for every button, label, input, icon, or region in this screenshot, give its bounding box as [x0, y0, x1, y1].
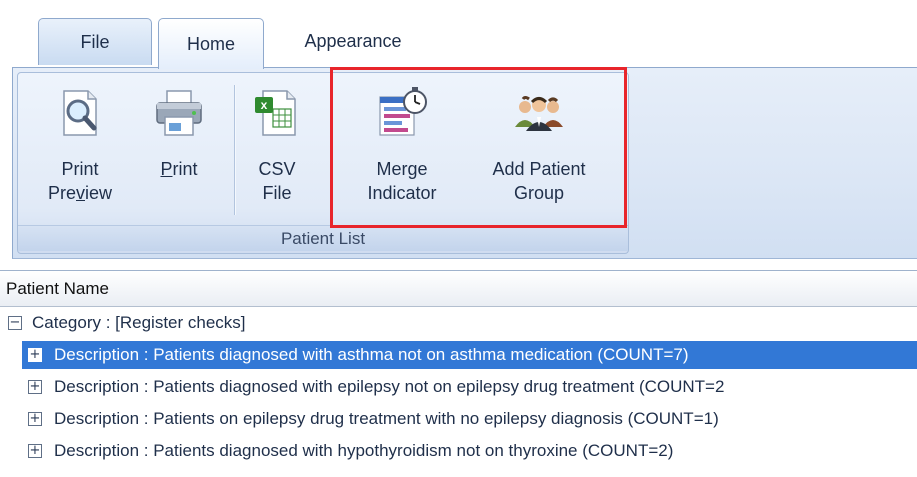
ribbon-tabstrip: File Home Appearance — [0, 0, 917, 69]
merge-indicator-label: Merge Indicator — [367, 159, 437, 203]
table-row[interactable]: + Description : Patients diagnosed with … — [0, 371, 917, 403]
column-header-patient-name[interactable]: Patient Name — [0, 271, 917, 307]
tab-appearance[interactable]: Appearance — [278, 18, 428, 65]
excel-csv-icon: x — [255, 90, 296, 136]
tab-home[interactable]: Home — [158, 18, 264, 69]
ribbon-separator — [234, 85, 235, 215]
tab-appearance-label: Appearance — [304, 31, 402, 51]
expand-icon[interactable]: + — [28, 380, 42, 394]
row-description: Description : Patients diagnosed with as… — [54, 345, 689, 364]
expand-icon[interactable]: + — [28, 348, 42, 362]
tab-home-label: Home — [186, 33, 235, 54]
merge-indicator-button[interactable]: Merge Indicator — [354, 81, 450, 221]
table-row[interactable]: + Description : Patients diagnosed with … — [0, 339, 917, 371]
tab-file[interactable]: File — [38, 18, 152, 65]
row-description: Description : Patients on epilepsy drug … — [54, 409, 719, 428]
print-button[interactable]: Print — [148, 81, 210, 221]
row-description: Description : Patients diagnosed with hy… — [54, 441, 674, 460]
merge-indicator-icon — [379, 87, 427, 136]
csv-file-label: CSV File — [258, 159, 296, 203]
row-description: Description : Patients diagnosed with ep… — [54, 377, 725, 396]
print-preview-button[interactable]: Print Preview — [42, 81, 118, 221]
print-preview-label: Print Preview — [47, 159, 113, 203]
table-row[interactable]: + Description : Patients on epilepsy dru… — [0, 403, 917, 435]
add-patient-group-button[interactable]: Add Patient Group — [474, 81, 604, 221]
category-row[interactable]: − Category : [Register checks] — [0, 307, 917, 339]
patient-group-icon — [515, 96, 563, 131]
table-row[interactable]: + Description : Patients diagnosed with … — [0, 435, 917, 467]
ribbon-home-panel: Print Preview Print x CSV File Merge Ind… — [12, 67, 917, 259]
expand-icon[interactable]: + — [28, 444, 42, 458]
patient-list-grid: Patient Name − Category : [Register chec… — [0, 270, 917, 477]
add-patient-group-label: Add Patient Group — [492, 159, 586, 203]
print-preview-icon — [63, 90, 97, 136]
csv-file-button[interactable]: x CSV File — [246, 81, 308, 221]
category-label: Category : [Register checks] — [32, 313, 246, 332]
print-label: Print — [160, 159, 198, 179]
patient-list-group: Print Preview Print x CSV File Merge Ind… — [17, 72, 629, 254]
expand-icon[interactable]: + — [28, 412, 42, 426]
collapse-icon[interactable]: − — [8, 316, 22, 330]
printer-icon — [156, 90, 202, 136]
tab-file-label: File — [80, 31, 110, 52]
group-caption: Patient List — [18, 225, 628, 251]
svg-text:x: x — [261, 98, 268, 112]
